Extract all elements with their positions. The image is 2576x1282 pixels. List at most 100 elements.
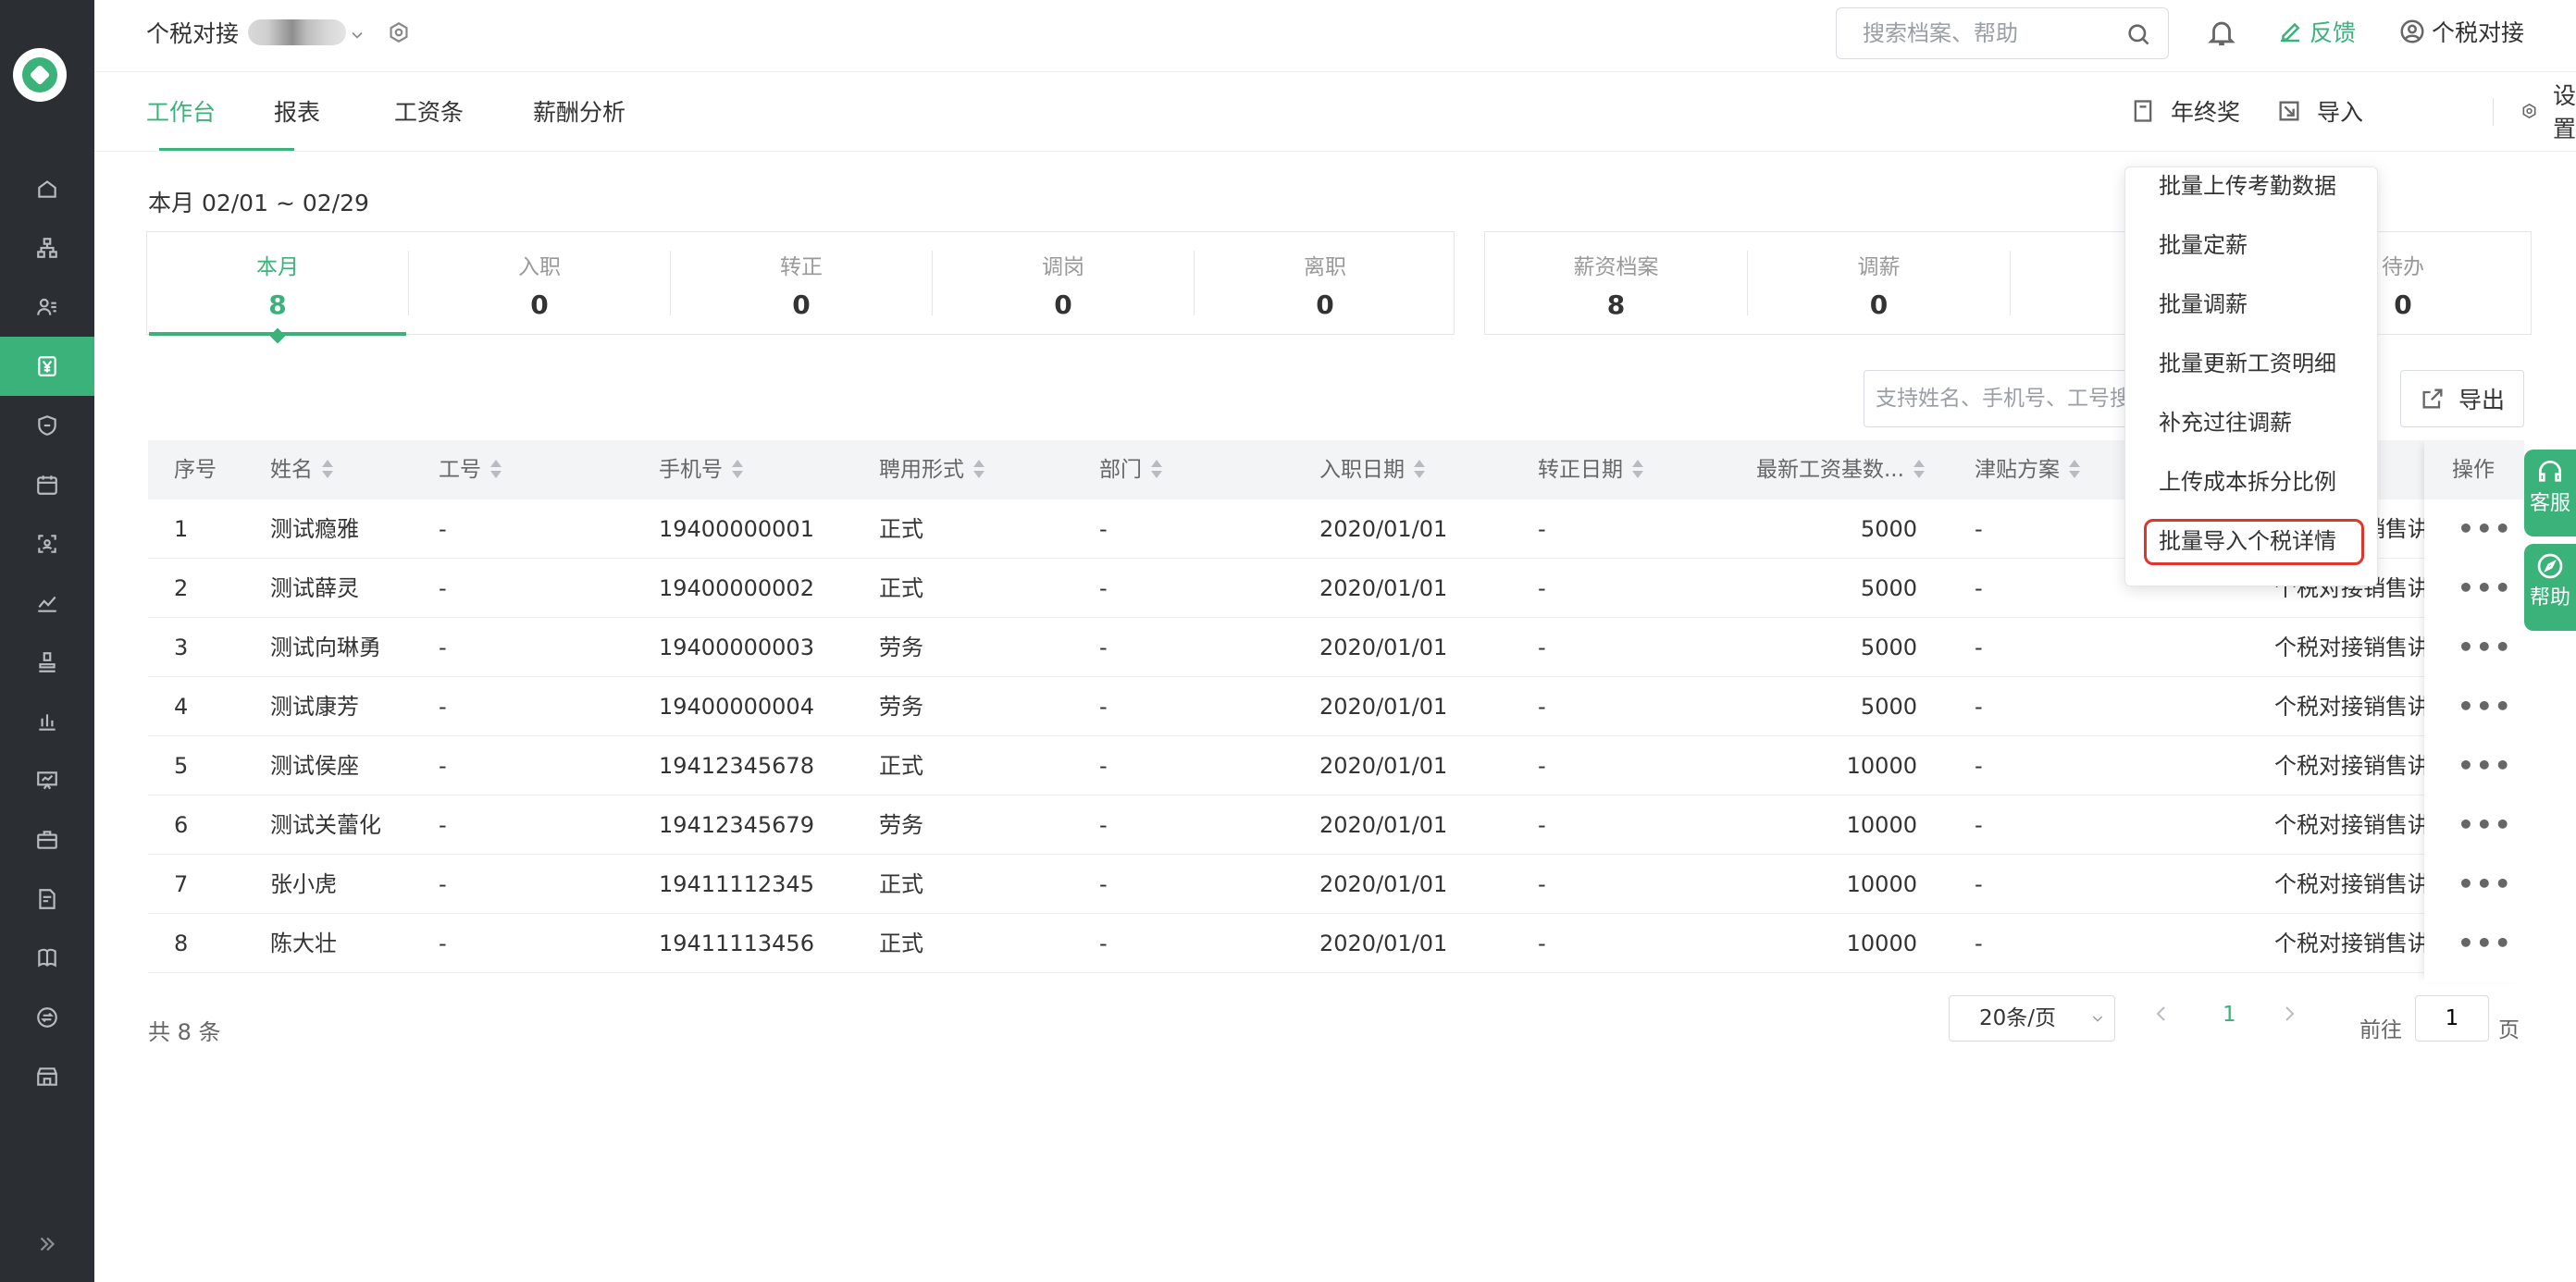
- store-icon[interactable]: [0, 1047, 94, 1106]
- cell-pay-group: 个税对接销售讲: [2274, 812, 2426, 838]
- table-row[interactable]: 5 测试侯座 - 19412345678 正式 - 2020/01/01 - 1…: [148, 736, 2524, 795]
- import-button[interactable]: 导入: [2276, 94, 2363, 128]
- stat-regularization[interactable]: 转正 0: [671, 232, 932, 336]
- menu-item-cost-split[interactable]: 上传成本拆分比例: [2125, 452, 2377, 512]
- search-icon[interactable]: [2125, 21, 2151, 47]
- cell-name[interactable]: 测试侯座: [270, 736, 359, 795]
- cell-name[interactable]: 陈大壮: [270, 914, 337, 973]
- expand-sidebar-icon[interactable]: [0, 1221, 94, 1267]
- prev-page-icon[interactable]: [2150, 1003, 2178, 1030]
- app-logo[interactable]: [13, 48, 67, 102]
- row-more-actions-icon[interactable]: •••: [2458, 559, 2511, 618]
- insurance-icon[interactable]: [0, 396, 94, 455]
- current-page[interactable]: 1: [2223, 1003, 2236, 1027]
- col-allowance-plan[interactable]: 津贴方案: [1975, 440, 2080, 499]
- salary-icon[interactable]: [0, 337, 94, 396]
- cell-salary-base: 10000: [1846, 931, 1917, 956]
- page-size-select[interactable]: 20条/页: [1949, 995, 2115, 1042]
- tab-workbench[interactable]: 工作台: [146, 94, 216, 152]
- row-more-actions-icon[interactable]: •••: [2458, 618, 2511, 677]
- col-department[interactable]: 部门: [1099, 440, 1162, 499]
- sort-icon[interactable]: [1151, 459, 1162, 479]
- cell-name[interactable]: 测试瘾雅: [270, 499, 359, 559]
- year-end-bonus-button[interactable]: 年终奖: [2130, 94, 2240, 128]
- sort-icon[interactable]: [490, 459, 502, 479]
- col-phone[interactable]: 手机号: [659, 440, 743, 499]
- stat-transfer[interactable]: 调岗 0: [933, 232, 1194, 336]
- cell-name[interactable]: 测试薛灵: [270, 559, 359, 618]
- feedback-button[interactable]: 反馈: [2276, 15, 2356, 48]
- col-salary-base[interactable]: 最新工资基数...: [1756, 440, 1925, 499]
- table-row[interactable]: 8 陈大壮 - 19411113456 正式 - 2020/01/01 - 10…: [148, 914, 2524, 973]
- report-icon[interactable]: [0, 869, 94, 929]
- sort-icon[interactable]: [1632, 459, 1643, 479]
- org-chart-icon[interactable]: [0, 218, 94, 277]
- sort-icon[interactable]: [2069, 459, 2080, 479]
- sort-icon[interactable]: [322, 459, 333, 479]
- company-switcher[interactable]: 个税对接: [146, 17, 411, 48]
- attendance-icon[interactable]: [0, 455, 94, 514]
- notification-bell-icon[interactable]: [2206, 17, 2239, 50]
- help-tab[interactable]: 帮助: [2524, 544, 2576, 631]
- row-more-actions-icon[interactable]: •••: [2458, 914, 2511, 973]
- home-icon[interactable]: [0, 159, 94, 218]
- sort-icon[interactable]: [1414, 459, 1425, 479]
- table-row[interactable]: 4 测试康芳 - 19400000004 劳务 - 2020/01/01 - 5…: [148, 677, 2524, 736]
- cell-name[interactable]: 张小虎: [270, 855, 337, 914]
- menu-item-batch-set-salary[interactable]: 批量定薪: [2125, 216, 2377, 275]
- bar-chart-icon[interactable]: [0, 692, 94, 751]
- cell-name[interactable]: 测试向琳勇: [270, 618, 381, 677]
- briefcase-icon[interactable]: [0, 810, 94, 869]
- col-employee-id[interactable]: 工号: [439, 440, 502, 499]
- scan-icon[interactable]: [0, 514, 94, 573]
- book-icon[interactable]: [0, 929, 94, 988]
- col-name[interactable]: 姓名: [270, 440, 333, 499]
- col-employment-type[interactable]: 聘用形式: [879, 440, 985, 499]
- row-more-actions-icon[interactable]: •••: [2458, 795, 2511, 855]
- menu-item-batch-adjust-salary[interactable]: 批量调薪: [2125, 275, 2377, 334]
- row-more-actions-icon[interactable]: •••: [2458, 855, 2511, 914]
- employee-search-input[interactable]: [1864, 371, 2168, 426]
- menu-item-batch-update-payroll[interactable]: 批量更新工资明细: [2125, 334, 2377, 393]
- cell-hire-date: 2020/01/01: [1319, 931, 1448, 956]
- analytics-icon[interactable]: [0, 573, 94, 633]
- table-row[interactable]: 6 测试关蕾化 - 19412345679 劳务 - 2020/01/01 - …: [148, 795, 2524, 855]
- sort-icon[interactable]: [732, 459, 743, 479]
- settings-button[interactable]: 设置: [2520, 82, 2576, 142]
- cell-name[interactable]: 测试关蕾化: [270, 795, 381, 855]
- sort-icon[interactable]: [1913, 459, 1925, 479]
- customer-service-tab[interactable]: 客服: [2524, 450, 2576, 536]
- stat-resignation[interactable]: 离职 0: [1195, 232, 1455, 336]
- row-more-actions-icon[interactable]: •••: [2458, 499, 2511, 559]
- cell-hire-date: 2020/01/01: [1319, 812, 1448, 838]
- company-settings-icon[interactable]: [387, 20, 411, 44]
- stamp-icon[interactable]: [0, 633, 94, 692]
- col-regular-date[interactable]: 转正日期: [1538, 440, 1643, 499]
- sort-icon[interactable]: [973, 459, 985, 479]
- stat-this-month[interactable]: 本月 8: [147, 232, 408, 336]
- export-button[interactable]: 导出: [2400, 370, 2524, 427]
- table-row[interactable]: 3 测试向琳勇 - 19400000003 劳务 - 2020/01/01 - …: [148, 618, 2524, 677]
- presentation-icon[interactable]: [0, 751, 94, 810]
- stat-salary-files[interactable]: 薪资档案 8: [1485, 232, 1747, 336]
- cell-name[interactable]: 测试康芳: [270, 677, 359, 736]
- next-page-icon[interactable]: [2278, 1003, 2306, 1030]
- exchange-icon[interactable]: [0, 988, 94, 1047]
- menu-item-batch-attendance[interactable]: 批量上传考勤数据: [2125, 167, 2377, 216]
- row-more-actions-icon[interactable]: •••: [2458, 736, 2511, 795]
- cell-phone: 19400000002: [659, 575, 814, 601]
- chevron-down-icon[interactable]: [348, 23, 366, 42]
- stat-onboarding[interactable]: 入职 0: [409, 232, 670, 336]
- row-more-actions-icon[interactable]: •••: [2458, 677, 2511, 736]
- employees-icon[interactable]: [0, 277, 94, 337]
- menu-item-past-adjustments[interactable]: 补充过往调薪: [2125, 393, 2377, 452]
- search-input[interactable]: [1837, 8, 2105, 58]
- col-hire-date[interactable]: 入职日期: [1319, 440, 1425, 499]
- goto-page-input[interactable]: [2416, 996, 2488, 1041]
- user-menu[interactable]: 个税对接: [2398, 15, 2524, 48]
- tab-salary-analysis[interactable]: 薪酬分析: [533, 94, 625, 152]
- table-row[interactable]: 7 张小虎 - 19411112345 正式 - 2020/01/01 - 10…: [148, 855, 2524, 914]
- tab-payslips[interactable]: 工资条: [394, 94, 464, 152]
- stat-salary-adjust[interactable]: 调薪 0: [1748, 232, 2010, 336]
- tab-reports[interactable]: 报表: [274, 94, 320, 152]
